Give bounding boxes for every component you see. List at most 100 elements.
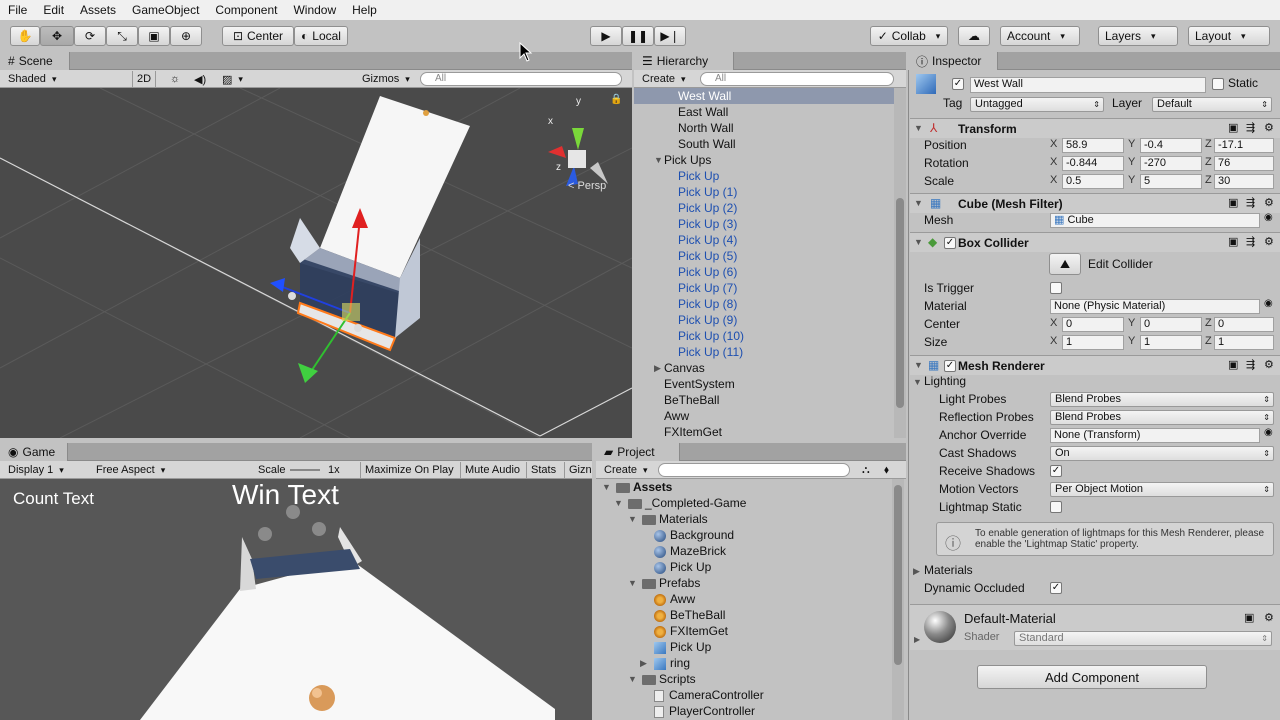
dynamic-occluded-checkbox[interactable]: ✓ xyxy=(1050,582,1062,594)
display-dropdown[interactable]: Display 1 xyxy=(4,462,88,478)
project-item[interactable]: FXItemGet xyxy=(596,623,892,639)
game-viewport[interactable]: Count Text Win Text xyxy=(0,479,592,720)
project-item[interactable]: ▼ _Completed-Game xyxy=(596,495,892,511)
hierarchy-item[interactable]: ▶ Canvas xyxy=(634,360,894,376)
material-foldout-icon[interactable]: ▶ xyxy=(914,635,920,644)
hierarchy-item[interactable]: Pick Up (6) xyxy=(634,264,894,280)
move-tool-button[interactable]: ✥ xyxy=(40,26,74,46)
project-scrollbar-thumb[interactable] xyxy=(894,485,902,665)
box-collider-header[interactable]: ▼ ◆ ✓ Box Collider ▣ ⇶ ⚙ xyxy=(910,232,1280,252)
hierarchy-item[interactable]: Pick Up (4) xyxy=(634,232,894,248)
center-x-input[interactable]: 0 xyxy=(1062,317,1124,332)
help-icon[interactable]: ▣ xyxy=(1228,358,1238,371)
mesh-field[interactable]: ▦ Cube xyxy=(1050,213,1260,228)
lighting-foldout[interactable]: Lighting xyxy=(924,372,966,390)
size-y-input[interactable]: 1 xyxy=(1140,335,1202,350)
maximize-on-play-toggle[interactable]: Maximize On Play xyxy=(360,462,458,478)
project-item[interactable]: ▶ ring xyxy=(596,655,892,671)
layer-dropdown[interactable]: Default xyxy=(1152,97,1272,112)
hierarchy-item[interactable]: Pick Up (5) xyxy=(634,248,894,264)
object-picker-icon[interactable]: ◉ xyxy=(1264,298,1273,309)
object-picker-icon[interactable]: ◉ xyxy=(1264,212,1273,223)
menu-file[interactable]: File xyxy=(0,3,35,17)
foldout-arrow-icon[interactable]: ▼ xyxy=(628,511,637,527)
preset-icon[interactable]: ⇶ xyxy=(1246,358,1255,371)
project-item[interactable]: Aww xyxy=(596,591,892,607)
box-collider-enabled-checkbox[interactable]: ✓ xyxy=(944,237,956,249)
help-icon[interactable]: ▣ xyxy=(1244,611,1254,624)
hierarchy-item[interactable]: Pick Up (10) xyxy=(634,328,894,344)
scale-slider[interactable] xyxy=(290,469,320,471)
stats-toggle[interactable]: Stats xyxy=(526,462,560,478)
hierarchy-search-input[interactable]: All xyxy=(700,72,894,86)
collider-material-field[interactable]: None (Physic Material) xyxy=(1050,299,1260,314)
effects-dropdown[interactable]: ▨ xyxy=(218,71,247,87)
hierarchy-create-dropdown[interactable]: Create xyxy=(638,71,690,87)
help-icon[interactable]: ▣ xyxy=(1228,121,1238,134)
project-item[interactable]: ▼ Scripts xyxy=(596,671,892,687)
menu-help[interactable]: Help xyxy=(344,3,385,17)
cloud-button[interactable]: ☁ xyxy=(958,26,990,46)
hierarchy-item[interactable]: BeTheBall xyxy=(634,392,894,408)
hand-tool-button[interactable]: ✋ xyxy=(10,26,40,46)
size-z-input[interactable]: 1 xyxy=(1214,335,1274,350)
perspective-label[interactable]: < Persp xyxy=(568,180,606,192)
rotation-y-input[interactable]: -270 xyxy=(1140,156,1202,171)
foldout-arrow-icon[interactable]: ▼ xyxy=(628,575,637,591)
mute-audio-toggle[interactable]: Mute Audio xyxy=(460,462,524,478)
position-x-input[interactable]: 58.9 xyxy=(1062,138,1124,153)
reflection-probes-dropdown[interactable]: Blend Probes xyxy=(1050,410,1274,425)
2d-toggle[interactable]: 2D xyxy=(132,71,157,87)
preset-icon[interactable]: ⇶ xyxy=(1246,235,1255,248)
project-item[interactable]: Pick Up xyxy=(596,639,892,655)
lightmap-static-checkbox[interactable] xyxy=(1050,501,1062,513)
gear-icon[interactable]: ⚙ xyxy=(1264,196,1274,209)
gear-icon[interactable]: ⚙ xyxy=(1264,121,1274,134)
rotation-x-input[interactable]: -0.844 xyxy=(1062,156,1124,171)
preset-icon[interactable]: ⇶ xyxy=(1246,196,1255,209)
foldout-arrow-icon[interactable]: ▼ xyxy=(602,479,611,495)
scale-y-input[interactable]: 5 xyxy=(1140,174,1202,189)
center-z-input[interactable]: 0 xyxy=(1214,317,1274,332)
menu-component[interactable]: Component xyxy=(207,3,285,17)
gizmos-dropdown[interactable]: Gizmos xyxy=(358,71,414,87)
center-y-input[interactable]: 0 xyxy=(1140,317,1202,332)
filter-label-button[interactable]: ⬧ xyxy=(880,462,893,478)
hierarchy-item[interactable]: EventSystem xyxy=(634,376,894,392)
edit-collider-button[interactable]: ⛰ xyxy=(1049,253,1081,275)
tab-inspector[interactable]: ⓘ Inspector xyxy=(908,52,998,70)
project-item[interactable]: Background xyxy=(596,527,892,543)
gear-icon[interactable]: ⚙ xyxy=(1264,235,1274,248)
lighting-foldout-icon[interactable]: ▼ xyxy=(913,377,922,387)
receive-shadows-checkbox[interactable]: ✓ xyxy=(1050,465,1062,477)
mesh-filter-header[interactable]: ▼ ▦ Cube (Mesh Filter) ▣ ⇶ ⚙ xyxy=(910,193,1280,213)
object-active-checkbox[interactable]: ✓ xyxy=(952,78,964,90)
scene-orientation-gizmo[interactable] xyxy=(548,128,608,186)
gear-icon[interactable]: ⚙ xyxy=(1264,611,1274,624)
object-name-input[interactable]: West Wall xyxy=(970,77,1206,93)
hierarchy-item[interactable]: Pick Up (11) xyxy=(634,344,894,360)
scale-z-input[interactable]: 30 xyxy=(1214,174,1274,189)
scene-search-input[interactable]: All xyxy=(420,72,622,86)
play-button[interactable]: ▶ xyxy=(590,26,622,46)
tab-hierarchy[interactable]: ☰ Hierarchy xyxy=(634,52,734,70)
project-search-input[interactable] xyxy=(658,463,850,477)
object-picker-icon[interactable]: ◉ xyxy=(1264,427,1273,438)
scale-tool-button[interactable]: ⤡ xyxy=(106,26,138,46)
hierarchy-item[interactable]: Pick Up (1) xyxy=(634,184,894,200)
transform-tool-button[interactable]: ⊕ xyxy=(170,26,202,46)
project-item[interactable]: PlayerController xyxy=(596,703,892,719)
aspect-dropdown[interactable]: Free Aspect xyxy=(92,462,252,478)
audio-toggle[interactable]: ◀) xyxy=(190,71,210,87)
gear-icon[interactable]: ⚙ xyxy=(1264,358,1274,371)
step-button[interactable]: ▶❘ xyxy=(654,26,686,46)
hierarchy-item[interactable]: East Wall xyxy=(634,104,894,120)
hierarchy-item[interactable]: Pick Up (7) xyxy=(634,280,894,296)
static-checkbox[interactable] xyxy=(1212,78,1224,90)
material-section[interactable]: ▶ Default-Material Shader Standard ▣ ⚙ xyxy=(910,604,1280,650)
foldout-arrow-icon[interactable]: ▼ xyxy=(614,495,623,511)
mesh-renderer-enabled-checkbox[interactable]: ✓ xyxy=(944,360,956,372)
rect-tool-button[interactable]: ▣ xyxy=(138,26,170,46)
hierarchy-scrollbar-thumb[interactable] xyxy=(896,198,904,408)
preset-icon[interactable]: ⇶ xyxy=(1246,121,1255,134)
